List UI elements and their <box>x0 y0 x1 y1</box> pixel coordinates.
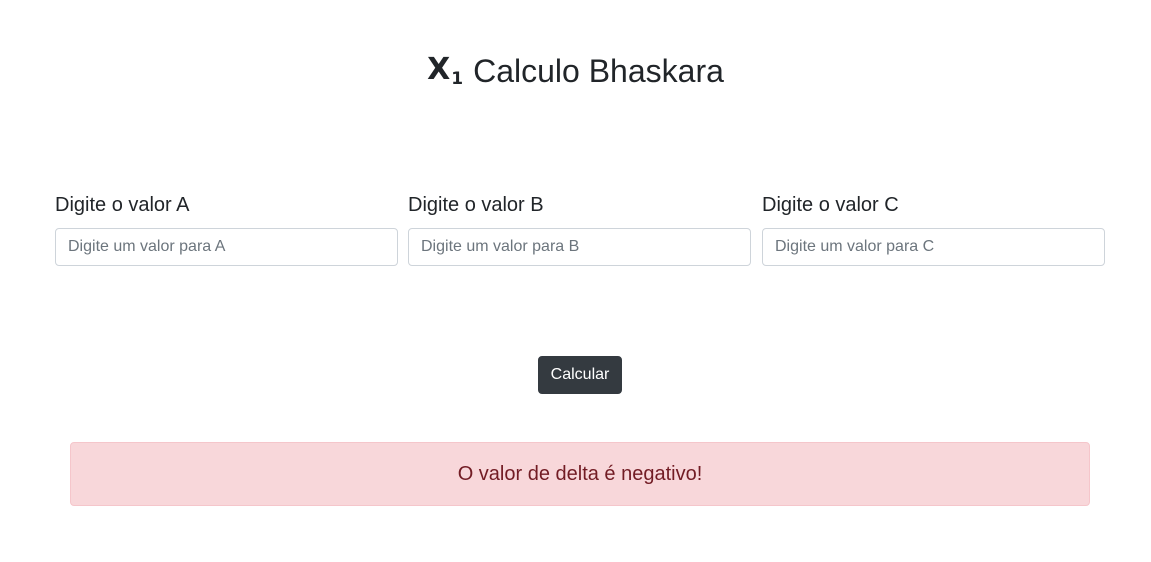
field-group-a: Digite o valor A <box>55 190 398 266</box>
calculate-button[interactable]: Calcular <box>538 356 622 394</box>
field-b-label: Digite o valor B <box>408 194 544 216</box>
field-a-label: Digite o valor A <box>55 194 190 216</box>
field-c-label: Digite o valor C <box>762 194 899 216</box>
result-alert: O valor de delta é negativo! <box>70 442 1090 506</box>
subscript-x1-icon: X1 <box>427 52 464 89</box>
field-group-c: Digite o valor C <box>762 190 1105 266</box>
value-c-input[interactable] <box>762 228 1105 266</box>
icon-subscript: 1 <box>451 69 464 89</box>
page-title: Calculo Bhaskara <box>473 53 724 89</box>
page-header: X1 Calculo Bhaskara <box>0 48 1151 94</box>
value-b-input[interactable] <box>408 228 751 266</box>
value-a-input[interactable] <box>55 228 398 266</box>
title-container: X1 Calculo Bhaskara <box>427 48 724 94</box>
icon-letter: X <box>427 52 451 87</box>
field-group-b: Digite o valor B <box>408 190 751 266</box>
